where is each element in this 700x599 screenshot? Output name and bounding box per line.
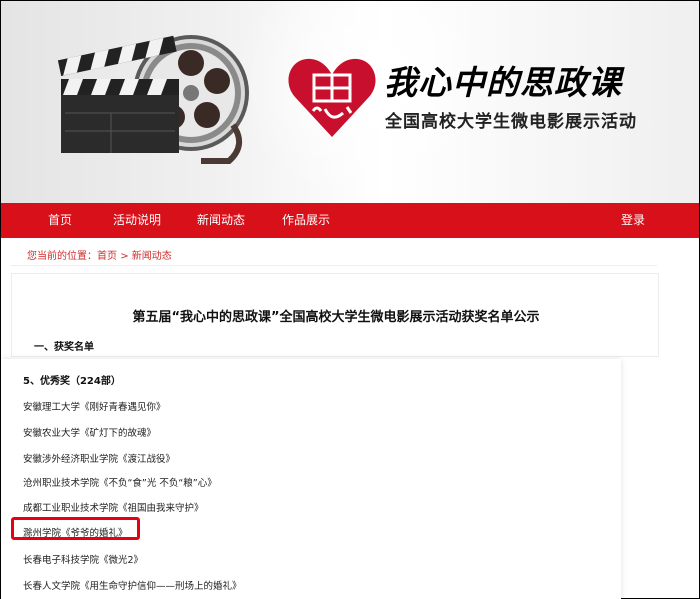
site-subtitle: 全国高校大学生微电影展示活动 (385, 112, 637, 132)
site-title: 我心中的思政课 (384, 63, 622, 102)
nav-item-news[interactable]: 新闻动态 (197, 203, 245, 238)
header-banner: 我心中的思政课 全国高校大学生微电影展示活动 (1, 1, 699, 203)
list-item: 长春人文学院《用生命守护信仰——刑场上的婚礼》 (23, 581, 242, 592)
article-card: 第五届“我心中的思政课”全国高校大学生微电影展示活动获奖名单公示 一、获奖名单 (11, 273, 659, 357)
logo-heart-icon (288, 58, 376, 138)
film-clapper-icon (57, 35, 249, 164)
breadcrumb: 您当前的位置：首页 > 新闻动态 (27, 247, 172, 262)
list-item: 成都工业职业技术学院《祖国由我来守护》 (23, 503, 204, 514)
highlight-box (11, 517, 140, 540)
main-nav: 首页 活动说明 新闻动态 作品展示 登录 (1, 203, 699, 238)
divider (11, 265, 657, 266)
breadcrumb-current[interactable]: 新闻动态 (132, 251, 172, 262)
award-list-panel: 5、优秀奖（224部） 安徽理工大学《刚好青春遇见你》 安徽农业大学《矿灯下的故… (1, 359, 621, 599)
breadcrumb-separator: > (120, 251, 129, 262)
list-item: 安徽涉外经济职业学院《渡江战役》 (23, 454, 176, 465)
list-item: 长春电子科技学院《微光2》 (23, 555, 144, 566)
list-item: 安徽农业大学《矿灯下的故魂》 (23, 428, 157, 439)
section-heading: 一、获奖名单 (34, 342, 94, 353)
list-item: 安徽理工大学《刚好青春遇见你》 (23, 402, 166, 413)
nav-item-works[interactable]: 作品展示 (282, 203, 330, 238)
article-title: 第五届“我心中的思政课”全国高校大学生微电影展示活动获奖名单公示 (132, 310, 540, 325)
nav-item-about[interactable]: 活动说明 (113, 203, 161, 238)
list-item: 沧州职业技术学院《不负“食”光 不负“粮”心》 (23, 478, 217, 489)
nav-item-home[interactable]: 首页 (48, 203, 72, 238)
login-link[interactable]: 登录 (621, 203, 645, 238)
award-category-heading: 5、优秀奖（224部） (23, 376, 121, 387)
breadcrumb-home-link[interactable]: 首页 (97, 251, 117, 262)
breadcrumb-prefix: 您当前的位置： (27, 251, 97, 262)
